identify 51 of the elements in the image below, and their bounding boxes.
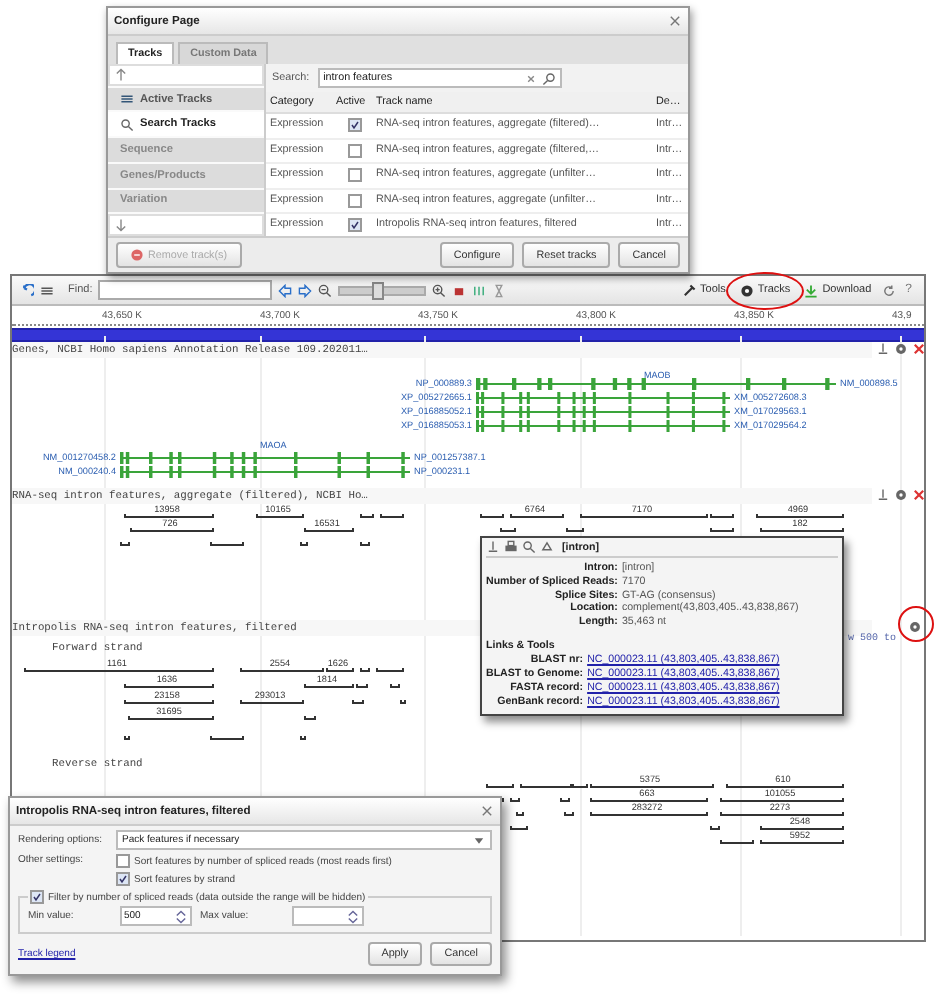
up-arrow-icon[interactable]	[540, 540, 554, 554]
pin-icon[interactable]	[876, 488, 890, 502]
gear-icon[interactable]	[894, 488, 908, 502]
hourglass-icon[interactable]	[492, 283, 507, 297]
checkbox[interactable]	[347, 168, 361, 183]
wrench-icon	[682, 283, 697, 297]
checkbox[interactable]	[347, 143, 361, 158]
printer-icon[interactable]	[504, 540, 518, 554]
zoom-slider[interactable]	[338, 285, 427, 295]
highlight-circle	[726, 272, 804, 310]
close-icon[interactable]	[912, 342, 926, 356]
checkbox[interactable]	[30, 890, 44, 904]
pin-icon[interactable]	[486, 540, 500, 554]
checkbox[interactable]	[347, 218, 361, 233]
find-field[interactable]	[98, 280, 273, 300]
pin-icon[interactable]	[876, 342, 890, 356]
checkbox[interactable]	[116, 854, 130, 868]
highlight-circle	[898, 606, 934, 642]
left-arrow-icon[interactable]	[278, 283, 293, 297]
refresh-icon[interactable]	[881, 283, 896, 297]
close-icon[interactable]	[480, 804, 494, 818]
caret-icon	[472, 833, 486, 847]
search-icon[interactable]	[541, 71, 556, 85]
zoom-in-icon[interactable]	[432, 283, 447, 297]
remove-icon	[130, 248, 144, 262]
spinner-icon	[346, 909, 360, 923]
transcript-drawing[interactable]	[476, 392, 730, 404]
spinner-icon	[174, 909, 188, 923]
transcript-drawing[interactable]	[120, 452, 410, 464]
search-icon[interactable]	[522, 540, 536, 554]
gear-icon[interactable]	[908, 620, 922, 634]
max-value-field[interactable]	[292, 906, 364, 926]
transcript-drawing[interactable]	[476, 420, 730, 432]
transcript-drawing[interactable]	[120, 466, 410, 478]
close-icon[interactable]	[668, 14, 682, 28]
transcript-drawing[interactable]	[476, 406, 730, 418]
search-icon	[120, 117, 134, 132]
gear-icon	[739, 283, 754, 297]
zoom-out-icon[interactable]	[318, 283, 333, 297]
back-arrow-icon[interactable]	[20, 283, 34, 297]
gear-icon[interactable]	[894, 342, 908, 356]
clear-icon[interactable]	[523, 71, 538, 85]
right-arrow-icon[interactable]	[298, 283, 313, 297]
up-arrow-icon	[114, 67, 128, 82]
close-icon[interactable]	[912, 488, 926, 502]
checkbox[interactable]	[347, 193, 361, 208]
checkbox[interactable]	[116, 872, 130, 886]
download-icon	[804, 283, 819, 297]
transcript-drawing[interactable]	[476, 378, 836, 390]
down-arrow-icon	[114, 218, 128, 233]
checkbox[interactable]	[347, 118, 361, 133]
